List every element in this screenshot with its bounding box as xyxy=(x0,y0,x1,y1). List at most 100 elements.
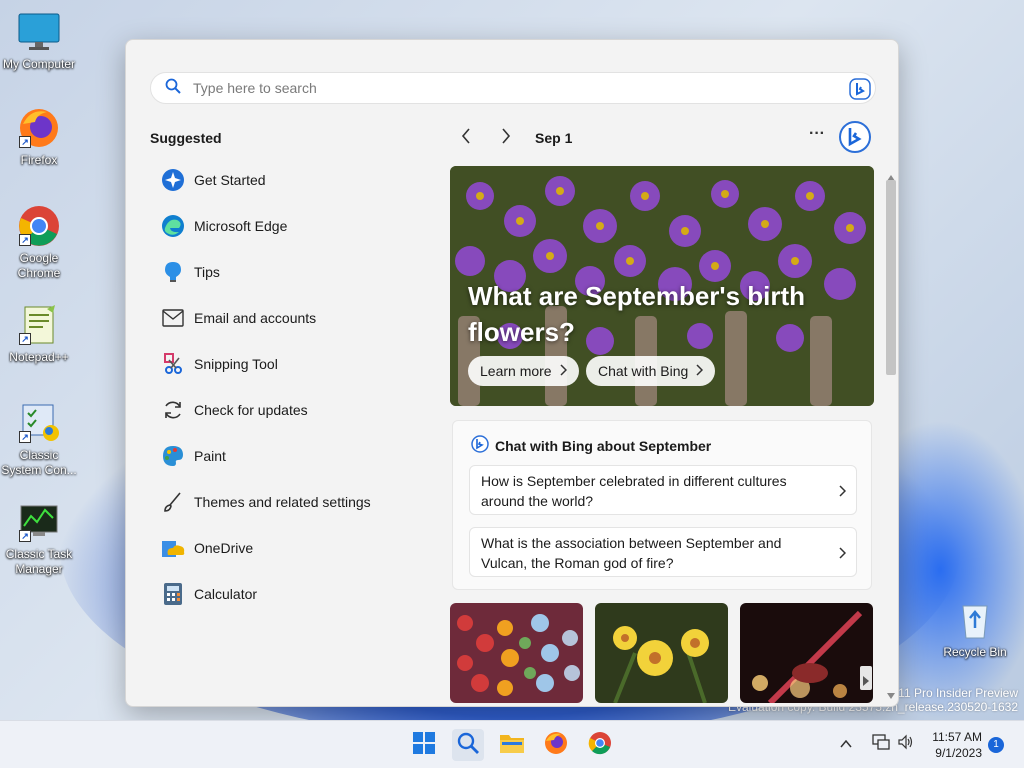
onedrive-icon xyxy=(160,535,186,561)
get-started-icon xyxy=(160,167,186,193)
control-panel-icon: ↗ xyxy=(17,401,61,445)
learn-more-button[interactable]: Learn more xyxy=(468,356,579,386)
suggested-item-tips[interactable]: Tips xyxy=(150,249,430,295)
suggested-item-paint[interactable]: Paint xyxy=(150,433,430,479)
bing-chat-card-header: Chat with Bing about September xyxy=(471,435,711,456)
chat-with-bing-button[interactable]: Chat with Bing xyxy=(586,356,716,386)
previous-button[interactable] xyxy=(452,126,480,150)
shortcut-arrow-icon: ↗ xyxy=(19,234,31,246)
windows-logo-icon xyxy=(413,731,435,759)
suggested-item-label: Snipping Tool xyxy=(194,356,278,372)
desktop-icon-firefox[interactable]: ↗ Firefox xyxy=(0,106,78,168)
search-icon xyxy=(165,78,181,99)
desktop-icon-chrome[interactable]: ↗ Google Chrome xyxy=(0,204,78,281)
thumbnail-guitar[interactable] xyxy=(740,603,873,703)
system-clock[interactable]: 11:57 AM 9/1/2023 xyxy=(932,729,982,761)
bing-icon[interactable] xyxy=(838,120,872,159)
snipping-tool-icon xyxy=(160,351,186,377)
firefox-taskbar-button[interactable] xyxy=(540,729,572,761)
chrome-taskbar-button[interactable] xyxy=(584,729,616,761)
network-icon[interactable] xyxy=(872,734,890,755)
suggested-item-get-started[interactable]: Get Started xyxy=(150,157,430,203)
suggested-item-onedrive[interactable]: OneDrive xyxy=(150,525,430,571)
bing-question-2[interactable]: What is the association between Septembe… xyxy=(469,527,857,577)
chevron-left-icon xyxy=(461,127,471,149)
suggested-item-calculator[interactable]: Calculator xyxy=(150,571,430,617)
chevron-right-icon xyxy=(839,544,847,564)
desktop-icon-label: Classic Task Manager xyxy=(5,547,73,576)
search-taskbar-button[interactable] xyxy=(452,729,484,761)
suggested-item-label: OneDrive xyxy=(194,540,254,556)
start-button[interactable] xyxy=(408,729,440,761)
search-box[interactable] xyxy=(150,72,876,104)
shortcut-arrow-icon: ↗ xyxy=(19,431,31,443)
suggested-item-edge[interactable]: Microsoft Edge xyxy=(150,203,430,249)
hero-title: What are September's birth flowers? xyxy=(468,281,806,347)
suggested-item-themes[interactable]: Themes and related settings xyxy=(150,479,430,525)
suggested-item-label: Email and accounts xyxy=(194,310,317,326)
bing-question-1[interactable]: How is September celebrated in different… xyxy=(469,465,857,515)
thumbnail-lily[interactable] xyxy=(595,603,728,703)
highlights-header: Sep 1 ··· xyxy=(452,121,874,153)
scroll-down-arrow-icon[interactable] xyxy=(887,686,895,704)
chat-with-bing-label: Chat with Bing xyxy=(598,363,689,379)
suggested-item-label: Calculator xyxy=(194,586,258,602)
vertical-scrollbar[interactable] xyxy=(884,166,898,706)
shortcut-arrow-icon: ↗ xyxy=(19,333,31,345)
desktop-icon-label: Firefox xyxy=(20,153,58,167)
desktop-icon-task-manager[interactable]: ↗ Classic Task Manager xyxy=(0,500,78,577)
suggested-list: Get Started Microsoft Edge Tips Email an… xyxy=(150,157,430,617)
taskbar: 11:57 AM 9/1/2023 1 xyxy=(0,720,1024,768)
folder-icon xyxy=(499,732,525,759)
shortcut-arrow-icon: ↗ xyxy=(19,530,31,542)
question-text: How is September celebrated in different… xyxy=(481,473,787,509)
desktop-icon-label: Recycle Bin xyxy=(943,645,1007,659)
desktop-icon-label: Google Chrome xyxy=(17,251,61,280)
firefox-icon xyxy=(544,731,568,760)
paint-icon xyxy=(160,443,186,469)
search-input[interactable] xyxy=(193,80,793,96)
tips-icon xyxy=(160,259,186,285)
suggested-item-email[interactable]: Email and accounts xyxy=(150,295,430,341)
suggested-item-label: Microsoft Edge xyxy=(194,218,288,234)
chevron-right-icon xyxy=(501,127,511,149)
gems-photo xyxy=(450,603,583,703)
suggested-item-label: Check for updates xyxy=(194,402,308,418)
notepadpp-icon: ↗ xyxy=(17,303,61,347)
desktop-icon-control-panel[interactable]: ↗ Classic System Con... xyxy=(0,401,78,478)
suggested-item-snipping-tool[interactable]: Snipping Tool xyxy=(150,341,430,387)
refresh-icon xyxy=(160,397,186,423)
desktop-icon-my-computer[interactable]: My Computer xyxy=(0,10,78,72)
chevron-right-icon xyxy=(839,482,847,502)
chrome-icon xyxy=(588,731,612,760)
chevron-right-icon xyxy=(560,363,567,379)
more-options-button[interactable]: ··· xyxy=(804,124,830,150)
highlights-scroll-area: What are September's birth flowers? Lear… xyxy=(450,166,886,706)
thumbnail-gems[interactable] xyxy=(450,603,583,703)
shortcut-arrow-icon: ↗ xyxy=(19,136,31,148)
next-button[interactable] xyxy=(492,126,520,150)
hero-card[interactable]: What are September's birth flowers? Lear… xyxy=(450,166,874,406)
caret-right-icon xyxy=(863,673,869,691)
firefox-icon: ↗ xyxy=(17,106,61,150)
suggested-item-check-updates[interactable]: Check for updates xyxy=(150,387,430,433)
clock-date: 9/1/2023 xyxy=(935,746,982,760)
notification-badge[interactable]: 1 xyxy=(988,737,1004,753)
bing-chat-icon[interactable] xyxy=(849,78,871,105)
desktop-icon-recycle-bin[interactable]: Recycle Bin xyxy=(936,598,1014,660)
desktop-icon-label: My Computer xyxy=(2,57,76,71)
task-manager-icon: ↗ xyxy=(17,500,61,544)
chrome-icon: ↗ xyxy=(17,204,61,248)
clock-time: 11:57 AM xyxy=(932,730,982,744)
volume-icon[interactable] xyxy=(897,734,913,755)
mail-icon xyxy=(160,305,186,331)
desktop-icon-notepadpp[interactable]: ↗ Notepad++ xyxy=(0,303,78,365)
scrollbar-thumb[interactable] xyxy=(886,180,896,375)
carousel-next-button[interactable] xyxy=(860,666,872,690)
file-explorer-button[interactable] xyxy=(496,729,528,761)
chevron-up-icon xyxy=(840,735,852,752)
show-hidden-icons-button[interactable] xyxy=(840,735,852,753)
monitor-icon xyxy=(17,10,61,54)
suggested-heading: Suggested xyxy=(150,130,222,146)
search-panel: Suggested Get Started Microsoft Edge Tip… xyxy=(125,39,899,707)
